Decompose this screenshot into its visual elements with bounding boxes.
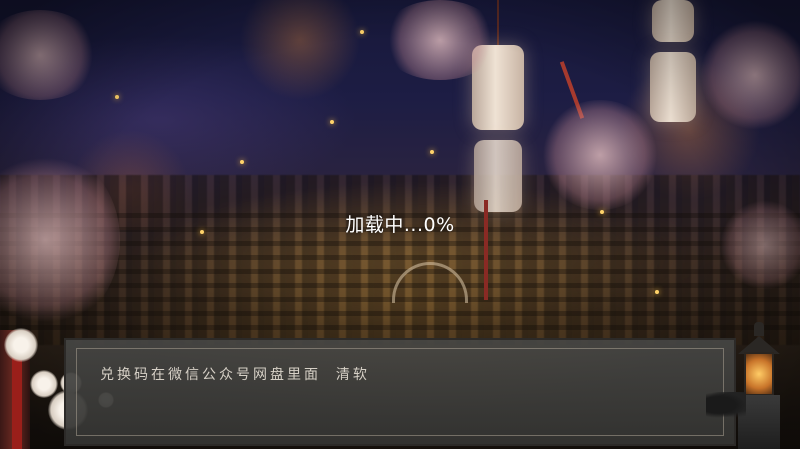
glowing-lamp-icon (744, 352, 774, 396)
loading-screen: 加载中...0% 兑换码在微信公众号网盘里面 清软 (0, 0, 800, 449)
firefly (360, 30, 364, 34)
firefly (240, 160, 244, 164)
cherry-blossom-cluster (380, 0, 500, 80)
dialog-inner-border (76, 348, 724, 436)
white-flower (30, 370, 58, 398)
cherry-blossom-cluster (700, 20, 800, 130)
cherry-blossom-cluster (540, 100, 660, 210)
loading-progress-label: 加载中...0% (345, 214, 455, 236)
paper-lantern (474, 140, 522, 212)
white-flower (4, 328, 38, 362)
firefly (430, 150, 434, 154)
dialog-message: 兑换码在微信公众号网盘里面 清软 (100, 367, 370, 383)
dialog-box[interactable]: 兑换码在微信公众号网盘里面 清软 (64, 338, 736, 446)
paper-lantern (650, 52, 696, 122)
butterfly-icon (706, 392, 746, 418)
paper-lantern (652, 0, 694, 42)
firefly (655, 290, 659, 294)
firefly (115, 95, 119, 99)
stone-lamp-finial (754, 322, 764, 336)
firefly (330, 120, 334, 124)
